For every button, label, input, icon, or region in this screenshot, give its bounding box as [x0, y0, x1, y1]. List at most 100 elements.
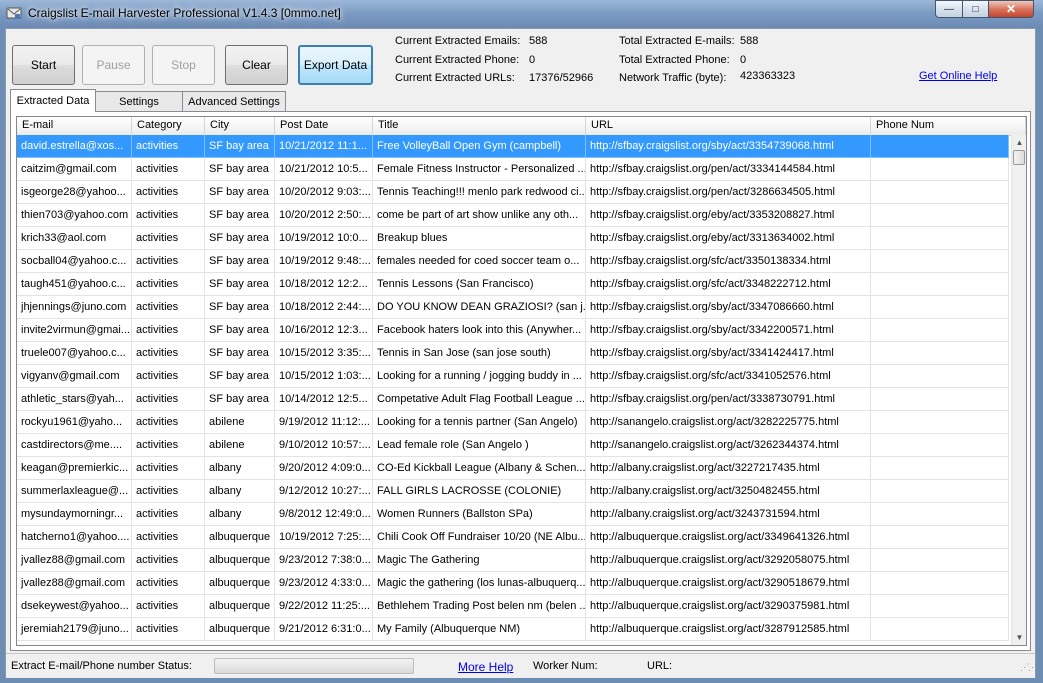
cell-phone-num	[871, 319, 1009, 342]
table-row[interactable]: socball04@yahoo.c... activities SF bay are…	[17, 250, 1009, 273]
scroll-up-arrow-icon[interactable]: ▲	[1012, 135, 1026, 150]
cell-email: castdirectors@me....	[17, 434, 132, 457]
table-row[interactable]: vigyanv@gmail.com activities SF bay area 10…	[17, 365, 1009, 388]
table-row[interactable]: athletic_stars@yah... activities SF bay ar…	[17, 388, 1009, 411]
cell-title: DO YOU KNOW DEAN GRAZIOSI? (san j...	[373, 296, 586, 319]
cell-title: FALL GIRLS LACROSSE (COLONIE)	[373, 480, 586, 503]
cell-post-date: 9/10/2012 10:57:...	[275, 434, 373, 457]
cell-post-date: 10/19/2012 7:25:...	[275, 526, 373, 549]
cell-post-date: 10/19/2012 9:48:...	[275, 250, 373, 273]
table-row[interactable]: jvallez88@gmail.com activities albuquerque…	[17, 549, 1009, 572]
cell-url: http://albuquerque.craigslist.org/act/32…	[586, 618, 871, 641]
table-row[interactable]: thien703@yahoo.com activities SF bay area 1…	[17, 204, 1009, 227]
cell-category: activities	[132, 204, 205, 227]
maximize-icon: □	[972, 3, 979, 15]
tab-settings[interactable]: Settings	[95, 91, 183, 111]
table-row[interactable]: dsekeywest@yahoo... activities albuquerque…	[17, 595, 1009, 618]
close-button[interactable]: ✕	[988, 0, 1034, 18]
more-help-link[interactable]: More Help	[458, 660, 513, 674]
cell-post-date: 10/16/2012 12:3...	[275, 319, 373, 342]
cell-url: http://albuquerque.craigslist.org/act/32…	[586, 572, 871, 595]
table-row[interactable]: taugh451@yahoo.c... activities SF bay area…	[17, 273, 1009, 296]
scroll-down-arrow-icon[interactable]: ▼	[1012, 630, 1026, 645]
column-header-title[interactable]: Title	[373, 117, 586, 135]
vertical-scrollbar[interactable]: ▲ ▼	[1011, 135, 1026, 645]
table-row[interactable]: isgeorge28@yahoo... activities SF bay area…	[17, 181, 1009, 204]
cell-url: http://sfbay.craigslist.org/eby/act/3313…	[586, 227, 871, 250]
cell-phone-num	[871, 434, 1009, 457]
status-url-label: URL:	[647, 660, 673, 672]
clear-button[interactable]: Clear	[225, 45, 288, 85]
cell-email: hatcherno1@yahoo....	[17, 526, 132, 549]
cell-email: athletic_stars@yah...	[17, 388, 132, 411]
start-button[interactable]: Start	[12, 45, 75, 85]
cell-email: mysundaymorningr...	[17, 503, 132, 526]
cell-title: CO-Ed Kickball League (Albany & Schen...	[373, 457, 586, 480]
column-header-email[interactable]: E-mail	[17, 117, 132, 135]
app-icon	[6, 7, 22, 19]
table-row[interactable]: rockyu1961@yaho... activities abilene 9/19/…	[17, 411, 1009, 434]
table-row[interactable]: hatcherno1@yahoo.... activities albuquerqu…	[17, 526, 1009, 549]
cell-phone-num	[871, 158, 1009, 181]
cell-phone-num	[871, 250, 1009, 273]
cell-phone-num	[871, 135, 1009, 158]
table-row[interactable]: david.estrella@xos... activities SF bay ar…	[17, 135, 1009, 158]
cell-city: SF bay area	[205, 296, 275, 319]
table-row[interactable]: truele007@yahoo.c... activities SF bay are…	[17, 342, 1009, 365]
tab-extracted-data[interactable]: Extracted Data	[10, 89, 96, 112]
pause-button[interactable]: Pause	[82, 45, 145, 85]
resize-grip-icon[interactable]: ⋰⋰	[1020, 662, 1037, 673]
minimize-button[interactable]: —	[935, 0, 963, 18]
get-online-help-link[interactable]: Get Online Help	[919, 70, 997, 82]
current-urls-value: 17376/52966	[529, 72, 594, 84]
table-row[interactable]: keagan@premierkic... activities albany 9/20…	[17, 457, 1009, 480]
stop-button[interactable]: Stop	[152, 45, 215, 85]
cell-category: activities	[132, 319, 205, 342]
cell-url: http://albuquerque.craigslist.org/act/32…	[586, 549, 871, 572]
table-row[interactable]: castdirectors@me.... activities abilene 9/1…	[17, 434, 1009, 457]
table-row[interactable]: mysundaymorningr... activities albany 9/8/2…	[17, 503, 1009, 526]
column-header-post-date[interactable]: Post Date	[275, 117, 373, 135]
column-header-category[interactable]: Category	[132, 117, 205, 135]
cell-title: Lead female role (San Angelo )	[373, 434, 586, 457]
column-header-phone-num[interactable]: Phone Num	[871, 117, 1026, 135]
table-row[interactable]: jeremiah2179@juno... activities albuquerqu…	[17, 618, 1009, 641]
cell-category: activities	[132, 503, 205, 526]
cell-post-date: 9/8/2012 12:49:0...	[275, 503, 373, 526]
cell-url: http://sfbay.craigslist.org/sby/act/3354…	[586, 135, 871, 158]
table-row[interactable]: invite2virmun@gmai... activities SF bay ar…	[17, 319, 1009, 342]
table-row[interactable]: caitzim@gmail.com activities SF bay area 10…	[17, 158, 1009, 181]
cell-city: SF bay area	[205, 388, 275, 411]
cell-city: abilene	[205, 411, 275, 434]
table-row[interactable]: summerlaxleague@... activities albany 9/12/…	[17, 480, 1009, 503]
data-grid[interactable]: E-mail Category City Post Date Title URL Phone…	[16, 116, 1027, 646]
cell-url: http://albany.craigslist.org/act/3227217…	[586, 457, 871, 480]
maximize-button[interactable]: □	[962, 0, 989, 18]
cell-phone-num	[871, 526, 1009, 549]
table-row[interactable]: jvallez88@gmail.com activities albuquerque…	[17, 572, 1009, 595]
export-data-button[interactable]: Export Data	[298, 45, 373, 85]
cell-email: summerlaxleague@...	[17, 480, 132, 503]
cell-category: activities	[132, 135, 205, 158]
cell-email: dsekeywest@yahoo...	[17, 595, 132, 618]
table-row[interactable]: jhjennings@juno.com activities SF bay area…	[17, 296, 1009, 319]
cell-category: activities	[132, 434, 205, 457]
cell-email: thien703@yahoo.com	[17, 204, 132, 227]
cell-phone-num	[871, 457, 1009, 480]
column-header-url[interactable]: URL	[586, 117, 871, 135]
tab-advanced-settings[interactable]: Advanced Settings	[182, 91, 286, 111]
cell-post-date: 10/15/2012 1:03:...	[275, 365, 373, 388]
cell-city: SF bay area	[205, 273, 275, 296]
cell-category: activities	[132, 158, 205, 181]
cell-city: SF bay area	[205, 365, 275, 388]
table-row[interactable]: krich33@aol.com activities SF bay area 10/1…	[17, 227, 1009, 250]
cell-url: http://sfbay.craigslist.org/sfc/act/3348…	[586, 273, 871, 296]
grid-body: david.estrella@xos... activities SF bay ar…	[17, 135, 1009, 641]
scroll-thumb[interactable]	[1013, 150, 1025, 165]
cell-url: http://sfbay.craigslist.org/pen/act/3334…	[586, 158, 871, 181]
cell-title: My Family (Albuquerque NM)	[373, 618, 586, 641]
column-header-city[interactable]: City	[205, 117, 275, 135]
cell-category: activities	[132, 618, 205, 641]
cell-email: vigyanv@gmail.com	[17, 365, 132, 388]
extract-progress-bar	[214, 658, 414, 674]
